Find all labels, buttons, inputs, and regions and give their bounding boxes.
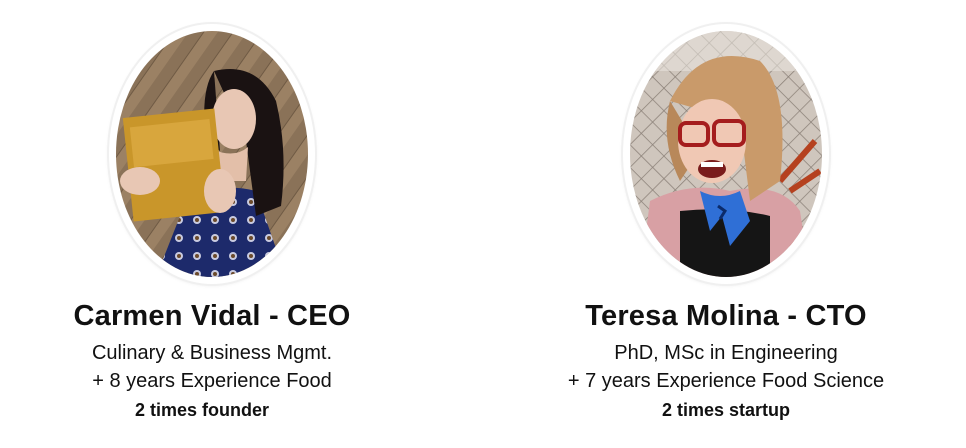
- team-card-ceo: Carmen Vidal - CEO Culinary & Business M…: [2, 0, 422, 448]
- person-highlight: 2 times founder: [134, 400, 270, 420]
- avatar-photo-ceo: [116, 31, 308, 277]
- person-name: Teresa Molina - CTO: [585, 300, 867, 332]
- person-role-detail: Culinary & Business Mgmt.: [91, 342, 333, 364]
- avatar-frame: [623, 24, 829, 284]
- person-experience: + 7 years Experience Food Science: [567, 370, 885, 392]
- person-role-detail: PhD, MSc in Engineering: [614, 342, 838, 364]
- avatar-frame: [109, 24, 315, 284]
- person-experience: + 8 years Experience Food: [92, 370, 332, 392]
- avatar-photo-cto: [630, 31, 822, 277]
- person-name: Carmen Vidal - CEO: [73, 300, 351, 332]
- person-highlight: 2 times startup: [661, 400, 791, 420]
- team-card-cto: Teresa Molina - CTO PhD, MSc in Engineer…: [516, 0, 936, 448]
